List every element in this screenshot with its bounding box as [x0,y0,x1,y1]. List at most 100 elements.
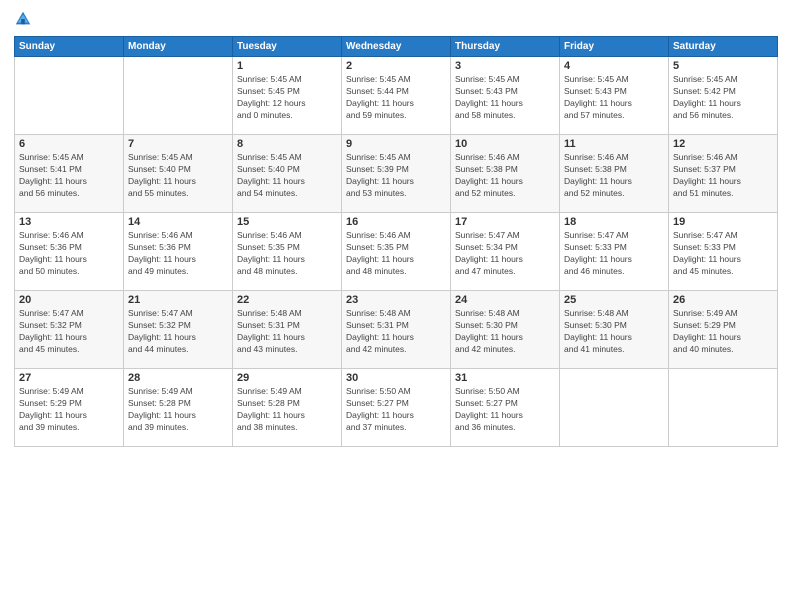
table-row: 9Sunrise: 5:45 AM Sunset: 5:39 PM Daylig… [342,135,451,213]
header-monday: Monday [124,37,233,57]
table-row: 10 Sunrise: 5:46 AM Sunset: 5:38 PM Dayli… [451,135,560,213]
day-number: 16 [346,216,446,228]
day-info: Sunrise: 5:46 AM Sunset: 5:38 PM Dayligh… [564,152,664,200]
day-number: 23 [346,294,446,306]
day-number: 7 [128,138,228,150]
day-info: Sunrise: 5:49 AM Sunset: 5:28 PM Dayligh… [237,386,337,434]
day-number: 15 [237,216,337,228]
day-number: 6 [19,138,119,150]
day-number: 19 [673,216,773,228]
table-row: 7 Sunrise: 5:45 AM Sunset: 5:40 PM Daylig… [124,135,233,213]
day-number: 11 [564,138,664,150]
header-sunday: Sunday [15,37,124,57]
day-number: 5 [673,60,773,72]
day-number: 2 [346,60,446,72]
day-info: Sunrise: 5:49 AM Sunset: 5:29 PM Dayligh… [673,308,773,356]
day-info: Sunrise: 5:46 AM Sunset: 5:36 PM Dayligh… [128,230,228,278]
day-info: Sunrise: 5:48 AM Sunset: 5:30 PM Dayligh… [455,308,555,356]
table-row: 1 Sunrise: 5:45 AM Sunset: 5:45 PM Daylig… [233,57,342,135]
calendar-week-row: 27 Sunrise: 5:49 AM Sunset: 5:29 PM Dayli… [15,369,778,447]
day-info: Sunrise: 5:45 AM Sunset: 5:40 PM Dayligh… [128,152,228,200]
day-number: 27 [19,372,119,384]
table-row: 25Sunrise: 5:48 AM Sunset: 5:30 PM Dayli… [560,291,669,369]
table-row: 30 Sunrise: 5:50 AM Sunset: 5:27 PM Dayli… [342,369,451,447]
day-info: Sunrise: 5:45 AM Sunset: 5:42 PM Dayligh… [673,74,773,122]
day-number: 3 [455,60,555,72]
day-info: Sunrise: 5:50 AM Sunset: 5:27 PM Dayligh… [346,386,446,434]
day-number: 31 [455,372,555,384]
day-number: 20 [19,294,119,306]
day-info: Sunrise: 5:46 AM Sunset: 5:36 PM Dayligh… [19,230,119,278]
header-tuesday: Tuesday [233,37,342,57]
table-row [669,369,778,447]
calendar-table: Sunday Monday Tuesday Wednesday Thursday… [14,36,778,447]
day-number: 22 [237,294,337,306]
day-info: Sunrise: 5:45 AM Sunset: 5:40 PM Dayligh… [237,152,337,200]
table-row: 8 Sunrise: 5:45 AM Sunset: 5:40 PM Daylig… [233,135,342,213]
day-number: 9 [346,138,446,150]
table-row: 5 Sunrise: 5:45 AM Sunset: 5:42 PM Daylig… [669,57,778,135]
day-number: 25 [564,294,664,306]
day-number: 24 [455,294,555,306]
day-info: Sunrise: 5:47 AM Sunset: 5:33 PM Dayligh… [564,230,664,278]
table-row: 17 Sunrise: 5:47 AM Sunset: 5:34 PM Dayli… [451,213,560,291]
table-row: 18 Sunrise: 5:47 AM Sunset: 5:33 PM Dayli… [560,213,669,291]
table-row: 3 Sunrise: 5:45 AM Sunset: 5:43 PM Daylig… [451,57,560,135]
day-info: Sunrise: 5:46 AM Sunset: 5:35 PM Dayligh… [237,230,337,278]
day-info: Sunrise: 5:47 AM Sunset: 5:34 PM Dayligh… [455,230,555,278]
table-row [560,369,669,447]
table-row: 26 Sunrise: 5:49 AM Sunset: 5:29 PM Dayli… [669,291,778,369]
day-info: Sunrise: 5:47 AM Sunset: 5:33 PM Dayligh… [673,230,773,278]
table-row [124,57,233,135]
table-row: 31Sunrise: 5:50 AM Sunset: 5:27 PM Dayli… [451,369,560,447]
day-number: 8 [237,138,337,150]
day-number: 26 [673,294,773,306]
day-info: Sunrise: 5:45 AM Sunset: 5:43 PM Dayligh… [564,74,664,122]
header-friday: Friday [560,37,669,57]
day-number: 28 [128,372,228,384]
table-row: 16 Sunrise: 5:46 AM Sunset: 5:35 PM Dayli… [342,213,451,291]
table-row [15,57,124,135]
day-info: Sunrise: 5:47 AM Sunset: 5:32 PM Dayligh… [128,308,228,356]
table-row: 6 Sunrise: 5:45 AM Sunset: 5:41 PM Daylig… [15,135,124,213]
day-info: Sunrise: 5:47 AM Sunset: 5:32 PM Dayligh… [19,308,119,356]
day-number: 14 [128,216,228,228]
day-number: 1 [237,60,337,72]
day-number: 29 [237,372,337,384]
header-wednesday: Wednesday [342,37,451,57]
day-info: Sunrise: 5:45 AM Sunset: 5:43 PM Dayligh… [455,74,555,122]
table-row: 27 Sunrise: 5:49 AM Sunset: 5:29 PM Dayli… [15,369,124,447]
calendar-week-row: 13 Sunrise: 5:46 AM Sunset: 5:36 PM Dayli… [15,213,778,291]
day-info: Sunrise: 5:46 AM Sunset: 5:35 PM Dayligh… [346,230,446,278]
day-number: 13 [19,216,119,228]
day-number: 10 [455,138,555,150]
table-row: 22 Sunrise: 5:48 AM Sunset: 5:31 PM Dayli… [233,291,342,369]
day-info: Sunrise: 5:49 AM Sunset: 5:28 PM Dayligh… [128,386,228,434]
day-number: 21 [128,294,228,306]
page-header [14,10,778,28]
day-info: Sunrise: 5:45 AM Sunset: 5:45 PM Dayligh… [237,74,337,122]
table-row: 2Sunrise: 5:45 AM Sunset: 5:44 PM Daylig… [342,57,451,135]
day-info: Sunrise: 5:48 AM Sunset: 5:31 PM Dayligh… [346,308,446,356]
table-row: 12 Sunrise: 5:46 AM Sunset: 5:37 PM Dayli… [669,135,778,213]
calendar-header-row: Sunday Monday Tuesday Wednesday Thursday… [15,37,778,57]
logo-icon [14,10,32,28]
day-number: 18 [564,216,664,228]
day-info: Sunrise: 5:45 AM Sunset: 5:41 PM Dayligh… [19,152,119,200]
day-number: 17 [455,216,555,228]
table-row: 24 Sunrise: 5:48 AM Sunset: 5:30 PM Dayli… [451,291,560,369]
table-row: 28 Sunrise: 5:49 AM Sunset: 5:28 PM Dayli… [124,369,233,447]
calendar-week-row: 20 Sunrise: 5:47 AM Sunset: 5:32 PM Dayli… [15,291,778,369]
calendar-week-row: 1 Sunrise: 5:45 AM Sunset: 5:45 PM Daylig… [15,57,778,135]
day-number: 30 [346,372,446,384]
table-row: 21 Sunrise: 5:47 AM Sunset: 5:32 PM Dayli… [124,291,233,369]
day-info: Sunrise: 5:49 AM Sunset: 5:29 PM Dayligh… [19,386,119,434]
day-info: Sunrise: 5:46 AM Sunset: 5:38 PM Dayligh… [455,152,555,200]
day-number: 12 [673,138,773,150]
table-row: 4Sunrise: 5:45 AM Sunset: 5:43 PM Daylig… [560,57,669,135]
day-info: Sunrise: 5:48 AM Sunset: 5:31 PM Dayligh… [237,308,337,356]
table-row: 20 Sunrise: 5:47 AM Sunset: 5:32 PM Dayli… [15,291,124,369]
day-info: Sunrise: 5:46 AM Sunset: 5:37 PM Dayligh… [673,152,773,200]
table-row: 11 Sunrise: 5:46 AM Sunset: 5:38 PM Dayli… [560,135,669,213]
header-thursday: Thursday [451,37,560,57]
